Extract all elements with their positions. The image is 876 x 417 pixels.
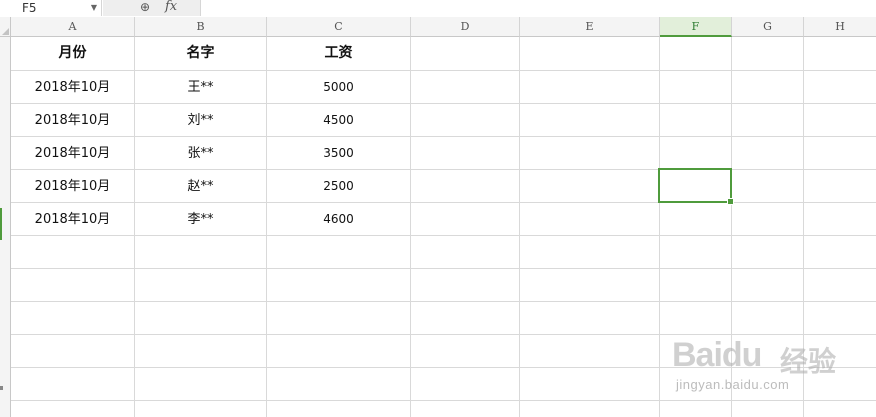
cell-b3[interactable]: 刘** [135,104,266,137]
grid-line [519,37,520,417]
cell-c2[interactable]: 5000 [267,71,410,104]
select-all-corner[interactable] [0,17,11,37]
cell-a6[interactable]: 2018年10月 [11,203,134,236]
cell-b1[interactable]: 名字 [135,37,266,70]
cell-a4[interactable]: 2018年10月 [11,137,134,170]
formula-tools: ⊕ fx [103,0,201,16]
cell-b2[interactable]: 王** [135,71,266,104]
baidu-logo: Baidu [672,336,762,374]
formula-input[interactable] [201,0,876,16]
active-row-marker [0,208,2,240]
baidu-jingyan-watermark: Baidu 经验 jingyan.baidu.com [672,330,872,400]
cell-b5[interactable]: 赵** [135,170,266,203]
column-header-a[interactable]: A [11,17,135,37]
column-header-e[interactable]: E [520,17,660,37]
cell-c6[interactable]: 4600 [267,203,410,236]
grid-line [11,301,876,302]
row-resize-handle[interactable] [0,386,3,390]
watermark-brand: 经验 [780,346,837,377]
cell-a2[interactable]: 2018年10月 [11,71,134,104]
column-header-d[interactable]: D [411,17,520,37]
cell-b4[interactable]: 张** [135,137,266,170]
column-header-h[interactable]: H [804,17,876,37]
cell-c3[interactable]: 4500 [267,104,410,137]
column-header-f[interactable]: F [660,17,732,37]
cell-a3[interactable]: 2018年10月 [11,104,134,137]
cell-a1[interactable]: 月份 [11,37,134,70]
watermark-url: jingyan.baidu.com [676,377,790,392]
cell-b6[interactable]: 李** [135,203,266,236]
name-box[interactable]: F5 ▼ [0,0,102,16]
insert-function-button[interactable]: fx [165,0,177,15]
column-header-c[interactable]: C [267,17,411,37]
grid-line [11,400,876,401]
column-header-g[interactable]: G [732,17,804,37]
grid-line [11,268,876,269]
chevron-down-icon[interactable]: ▼ [91,0,97,16]
cell-a5[interactable]: 2018年10月 [11,170,134,203]
cell-c4[interactable]: 3500 [267,137,410,170]
cell-c5[interactable]: 2500 [267,170,410,203]
grid-line [410,37,411,417]
row-header-strip[interactable] [0,37,11,417]
column-header-b[interactable]: B [135,17,267,37]
fill-handle[interactable] [727,198,734,205]
name-box-value: F5 [22,1,37,15]
cell-c1[interactable]: 工资 [267,37,410,70]
formula-bar: F5 ▼ ⊕ fx [0,0,876,17]
zoom-icon[interactable]: ⊕ [140,0,150,14]
grid-line [659,37,660,417]
selected-cell-f5[interactable] [658,168,734,205]
